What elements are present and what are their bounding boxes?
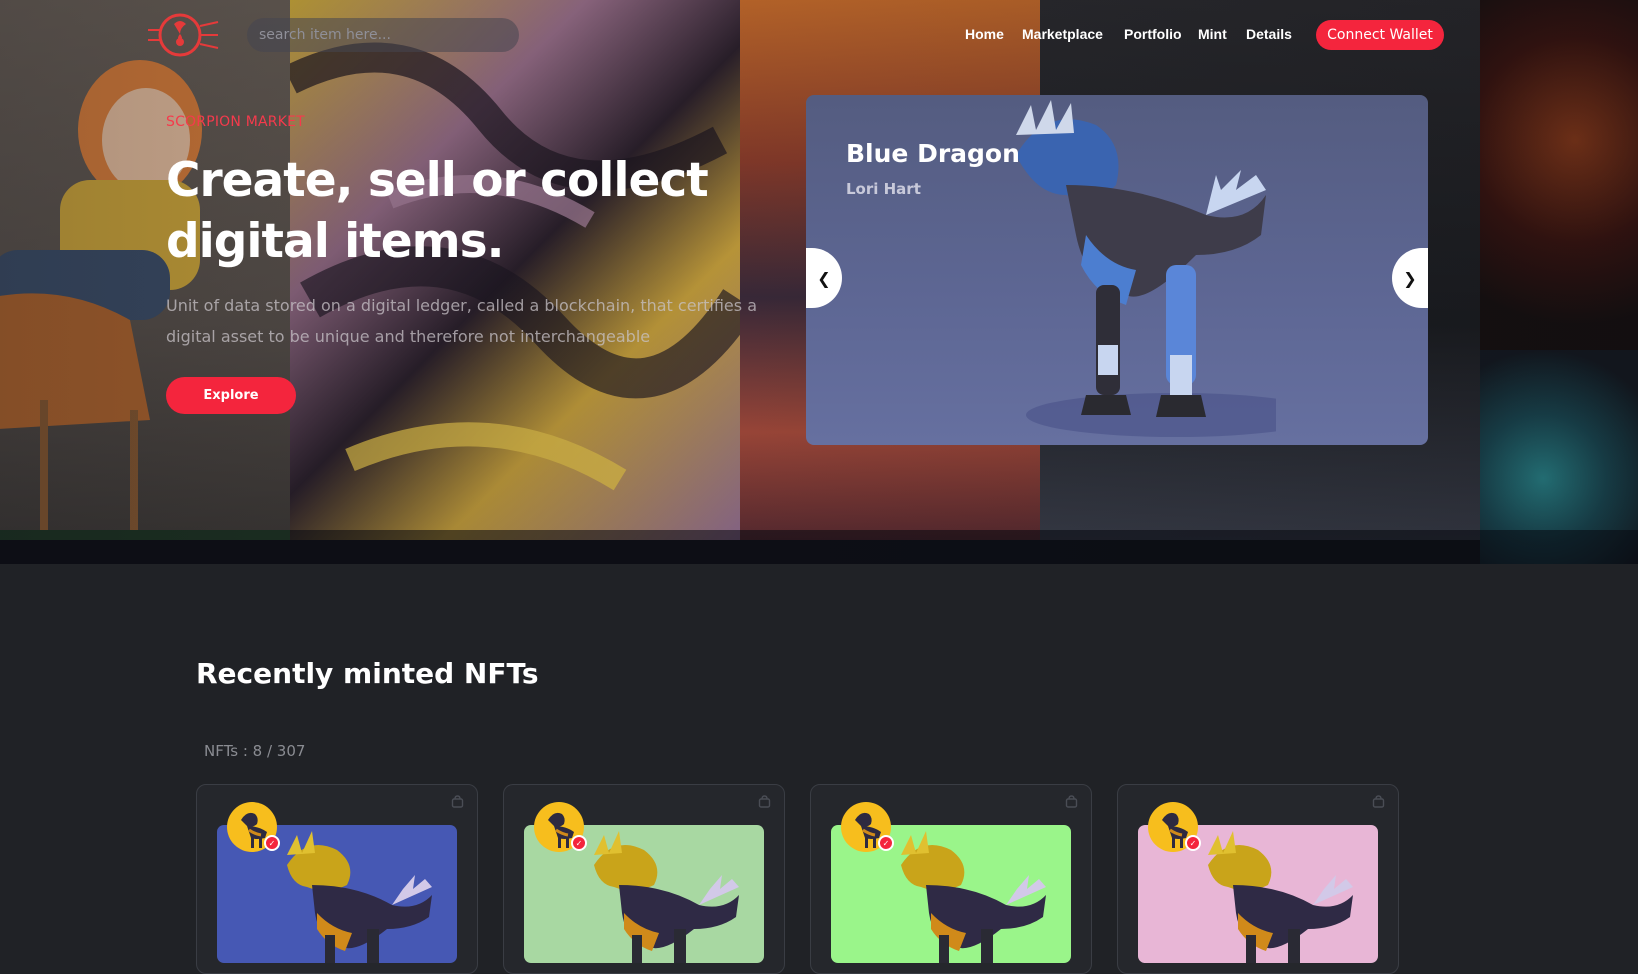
hero-bottom-strip <box>0 530 1638 564</box>
featured-carousel: Blue Dragon Lori Hart ❮ ❯ <box>806 95 1428 445</box>
hero-headline-line2: digital items. <box>166 214 504 269</box>
nav-home[interactable]: Home <box>965 26 1004 42</box>
hero-headline-line1: Create, sell or collect <box>166 153 709 208</box>
verified-check-icon: ✓ <box>1185 835 1201 851</box>
search-input[interactable] <box>247 18 519 52</box>
chevron-left-icon: ❮ <box>817 268 831 288</box>
nft-card[interactable]: ✓ <box>503 784 785 974</box>
nav-mint[interactable]: Mint <box>1198 26 1227 42</box>
hero-description: Unit of data stored on a digital ledger,… <box>166 296 757 346</box>
connect-wallet-button[interactable]: Connect Wallet <box>1316 20 1444 50</box>
carousel-title: Blue Dragon <box>846 139 1020 168</box>
nav-marketplace[interactable]: Marketplace <box>1022 26 1103 42</box>
hero-section: Home Marketplace Portfolio Mint Details … <box>0 0 1638 564</box>
scorpion-logo[interactable] <box>146 12 220 58</box>
chevron-right-icon: ❯ <box>1403 268 1417 288</box>
explore-button[interactable]: Explore <box>166 377 296 414</box>
verified-check-icon: ✓ <box>878 835 894 851</box>
nft-card[interactable]: ✓ <box>1117 784 1399 974</box>
nft-count: NFTs : 8 / 307 <box>204 742 306 760</box>
recent-section-title: Recently minted NFTs <box>196 657 539 690</box>
verified-check-icon: ✓ <box>264 835 280 851</box>
cart-icon[interactable] <box>758 795 771 808</box>
nft-card[interactable]: ✓ <box>196 784 478 974</box>
hero-headline: Create, sell or collect digital items. <box>166 150 766 272</box>
verified-check-icon: ✓ <box>571 835 587 851</box>
carousel-next-button[interactable]: ❯ <box>1392 248 1428 308</box>
cart-icon[interactable] <box>1372 795 1385 808</box>
nav-portfolio[interactable]: Portfolio <box>1124 26 1182 42</box>
nft-card[interactable]: ✓ <box>810 784 1092 974</box>
carousel-artist: Lori Hart <box>846 180 921 198</box>
blue-dragon-artwork <box>1016 100 1276 437</box>
cart-icon[interactable] <box>1065 795 1078 808</box>
hero-eyebrow: SCORPION MARKET <box>166 114 305 130</box>
nav-details[interactable]: Details <box>1246 26 1292 42</box>
carousel-prev-button[interactable]: ❮ <box>806 248 842 308</box>
cart-icon[interactable] <box>451 795 464 808</box>
